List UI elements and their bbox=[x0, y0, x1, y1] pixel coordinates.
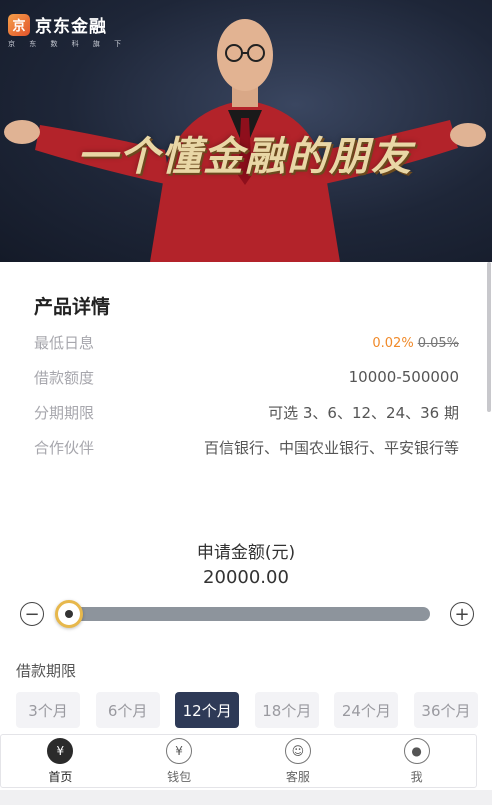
term-option-36[interactable]: 36个月 bbox=[413, 692, 478, 728]
user-icon: ● bbox=[403, 737, 430, 764]
detail-key: 分期期限 bbox=[34, 403, 95, 422]
increase-amount-button[interactable]: + bbox=[450, 602, 474, 626]
plus-icon: + bbox=[454, 603, 470, 625]
detail-value: 0.02% 0.05% bbox=[372, 333, 459, 351]
brand-logo: 京 京东金融 bbox=[8, 12, 107, 37]
scrollbar[interactable] bbox=[487, 262, 491, 412]
term-option-24[interactable]: 24个月 bbox=[334, 692, 399, 728]
nav-item-wallet[interactable]: ¥ 钱包 bbox=[120, 735, 239, 787]
detail-row-period: 分期期限 可选 3、6、12、24、36 期 bbox=[34, 399, 459, 425]
term-option-18[interactable]: 18个月 bbox=[254, 692, 319, 728]
amount-slider[interactable] bbox=[62, 607, 430, 621]
detail-value: 可选 3、6、12、24、36 期 bbox=[268, 403, 459, 422]
amount-label: 申请金额(元) bbox=[196, 543, 296, 563]
detail-row-limit: 借款额度 10000-500000 bbox=[34, 364, 459, 390]
detail-value: 百信银行、中国农业银行、平安银行等 bbox=[203, 438, 459, 457]
nav-label: 我 bbox=[410, 769, 423, 784]
term-options: 3个月 6个月 12个月 18个月 24个月 36个月 bbox=[16, 692, 478, 728]
bottom-strip bbox=[0, 790, 492, 805]
rate-original: 0.05% bbox=[417, 336, 459, 351]
term-label: 借款期限 bbox=[16, 662, 77, 680]
detail-row-rate: 最低日息 0.02% 0.05% bbox=[34, 329, 459, 355]
detail-key: 借款额度 bbox=[34, 368, 95, 387]
detail-value: 10000-500000 bbox=[348, 368, 459, 386]
slider-thumb[interactable] bbox=[55, 600, 84, 628]
bottom-nav: ¥ 首页 ¥ 钱包 ☺ 客服 ● 我 bbox=[0, 734, 477, 788]
rate-current: 0.02% bbox=[372, 336, 414, 351]
brand-name: 京东金融 bbox=[35, 17, 107, 37]
detail-key: 合作伙伴 bbox=[34, 438, 95, 457]
term-option-12[interactable]: 12个月 bbox=[175, 692, 240, 728]
term-option-6[interactable]: 6个月 bbox=[95, 692, 160, 728]
jd-logo-icon: 京 bbox=[8, 13, 30, 36]
detail-row-partners: 合作伙伴 百信银行、中国农业银行、平安银行等 bbox=[34, 434, 459, 460]
nav-label: 首页 bbox=[48, 769, 73, 784]
brand-subtitle: 京 东 数 科 旗 下 bbox=[8, 40, 128, 48]
term-option-3[interactable]: 3个月 bbox=[16, 692, 80, 728]
nav-item-service[interactable]: ☺ 客服 bbox=[239, 735, 358, 787]
hero-banner: 京 京东金融 京 东 数 科 旗 下 一个懂金融的朋友 bbox=[0, 0, 492, 262]
nav-label: 钱包 bbox=[167, 769, 192, 784]
nav-item-me[interactable]: ● 我 bbox=[357, 735, 476, 787]
minus-icon: − bbox=[24, 603, 40, 625]
amount-value: 20000.00 bbox=[203, 567, 289, 588]
decrease-amount-button[interactable]: − bbox=[20, 602, 44, 626]
wallet-icon: ¥ bbox=[166, 737, 193, 764]
nav-label: 客服 bbox=[285, 769, 310, 784]
banner-slogan: 一个懂金融的朋友 bbox=[77, 133, 413, 180]
detail-key: 最低日息 bbox=[34, 333, 95, 352]
detail-title: 产品详情 bbox=[34, 296, 111, 318]
product-detail-card: 产品详情 最低日息 0.02% 0.05% 借款额度 10000-500000 分… bbox=[0, 262, 492, 532]
customer-service-icon: ☺ bbox=[284, 737, 311, 764]
home-yen-icon: ¥ bbox=[47, 737, 74, 764]
nav-item-home[interactable]: ¥ 首页 bbox=[1, 735, 120, 787]
